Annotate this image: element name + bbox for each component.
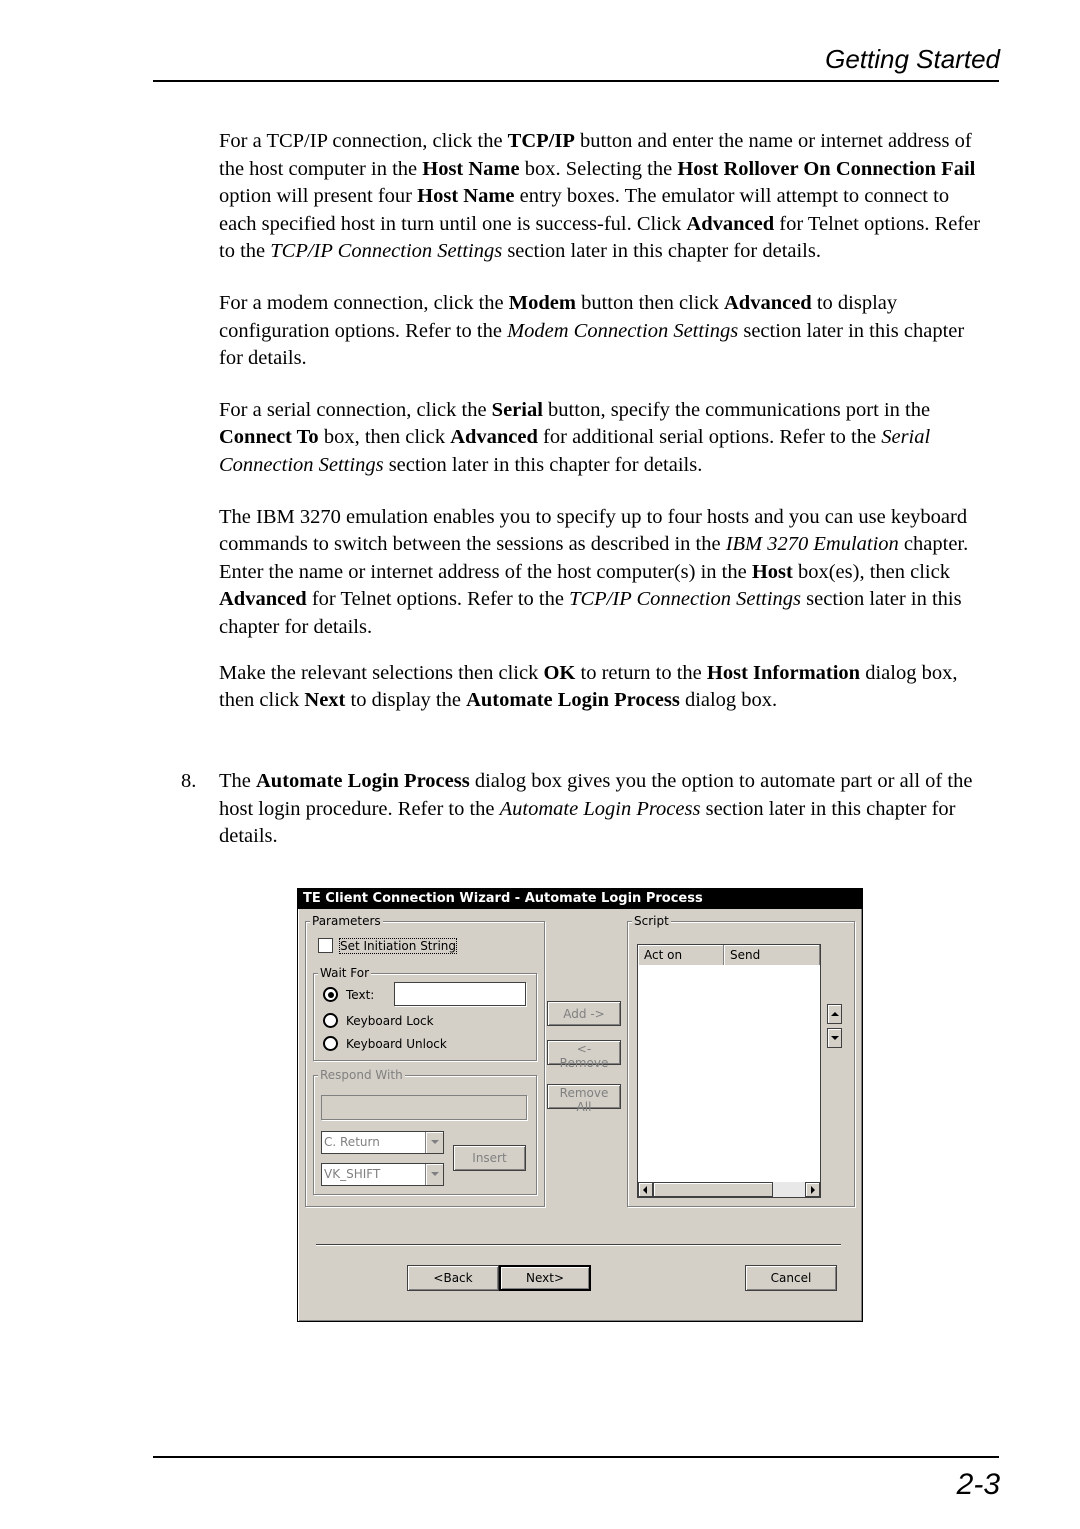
key-combo-1-value: C. Return bbox=[324, 1135, 380, 1149]
paragraph-ibm3270: The IBM 3270 emulation enables you to sp… bbox=[219, 505, 969, 638]
bold-term: Advanced bbox=[219, 588, 307, 611]
parameters-label: Parameters bbox=[310, 913, 383, 929]
radio-keyboard-lock-label[interactable]: Keyboard Lock bbox=[346, 1014, 434, 1028]
remove-all-button[interactable]: Remove All bbox=[547, 1084, 621, 1114]
dialog-title: TE Client Connection Wizard - Automate L… bbox=[298, 889, 862, 909]
scroll-right-icon[interactable] bbox=[805, 1182, 820, 1197]
key-combo-2[interactable]: VK_SHIFT bbox=[321, 1163, 444, 1186]
bold-term: Automate Login Process bbox=[256, 770, 470, 792]
text-input[interactable] bbox=[394, 982, 526, 1006]
step-8: 8. The Automate Login Process dialog box… bbox=[181, 768, 989, 851]
respond-with-label: Respond With bbox=[318, 1067, 405, 1083]
wait-for-label: Wait For bbox=[318, 965, 372, 981]
script-group: Script Act on Send bbox=[627, 913, 855, 1207]
paragraph-tcpip: For a TCP/IP connection, click the TCP/I… bbox=[219, 130, 981, 263]
paragraph-selections: Make the relevant selections then click … bbox=[219, 661, 958, 712]
move-up-icon[interactable] bbox=[827, 1004, 842, 1024]
set-initiation-label[interactable]: Set Initiation String bbox=[338, 938, 458, 954]
bold-term: Serial bbox=[491, 398, 543, 421]
wait-for-group: Wait For Text: Keyboard Lock Keyboard Un… bbox=[313, 965, 537, 1061]
bold-term: Host Name bbox=[422, 157, 520, 180]
column-send[interactable]: Send bbox=[724, 945, 820, 965]
bold-term: Advanced bbox=[450, 426, 538, 449]
column-act-on[interactable]: Act on bbox=[638, 945, 724, 965]
bold-term: OK bbox=[543, 661, 576, 684]
header-rule bbox=[153, 80, 999, 82]
horizontal-scrollbar[interactable] bbox=[638, 1182, 820, 1197]
bold-term: Host bbox=[751, 560, 793, 583]
bold-term: Host Information bbox=[706, 661, 861, 684]
bold-term: TCP/IP bbox=[507, 130, 575, 152]
bold-term: Connect To bbox=[219, 426, 319, 449]
paragraph-modem: For a modem connection, click the Modem … bbox=[219, 291, 965, 370]
italic-reference: Serial Connection Settings bbox=[219, 426, 931, 476]
add-button[interactable]: Add -> bbox=[547, 1001, 621, 1026]
remove-button[interactable]: <- Remove bbox=[547, 1040, 621, 1070]
radio-keyboard-unlock[interactable] bbox=[323, 1036, 338, 1051]
body-text: For a TCP/IP connection, click the TCP/I… bbox=[219, 128, 989, 739]
insert-button[interactable]: Insert bbox=[453, 1145, 526, 1171]
cancel-button[interactable]: Cancel bbox=[745, 1265, 837, 1291]
radio-keyboard-lock[interactable] bbox=[323, 1013, 338, 1028]
scroll-thumb[interactable] bbox=[653, 1182, 773, 1197]
radio-text[interactable] bbox=[323, 987, 338, 1002]
italic-reference: TCP/IP Connection Settings bbox=[569, 588, 802, 611]
key-combo-1[interactable]: C. Return bbox=[321, 1131, 444, 1154]
chevron-down-icon[interactable] bbox=[425, 1132, 443, 1153]
automate-login-dialog: TE Client Connection Wizard - Automate L… bbox=[297, 888, 863, 1322]
chevron-down-icon[interactable] bbox=[425, 1164, 443, 1185]
bold-term: Next bbox=[304, 689, 346, 712]
italic-reference: TCP/IP Connection Settings bbox=[270, 240, 503, 263]
bold-term: Advanced bbox=[723, 291, 812, 314]
bold-term: Host Name bbox=[417, 185, 515, 208]
italic-reference: IBM 3270 Emulation bbox=[725, 533, 899, 556]
respond-with-group: Respond With C. Return VK_SHIFT Insert bbox=[313, 1067, 537, 1195]
next-button[interactable]: Next> bbox=[499, 1265, 591, 1291]
parameters-group: Parameters Set Initiation String Wait Fo… bbox=[305, 913, 545, 1207]
script-list[interactable]: Act on Send bbox=[637, 944, 821, 1198]
bold-term: Automate Login Process bbox=[466, 689, 680, 712]
italic-reference: Modem Connection Settings bbox=[507, 319, 739, 342]
bold-term: Host Rollover On Connection Fail bbox=[677, 157, 976, 180]
scroll-left-icon[interactable] bbox=[638, 1182, 653, 1197]
step-text: The Automate Login Process dialog box gi… bbox=[219, 770, 973, 848]
bold-term: Modem bbox=[508, 291, 576, 314]
page-number: 2-3 bbox=[956, 1468, 1000, 1501]
step-number: 8. bbox=[181, 770, 197, 792]
italic-reference: Automate Login Process bbox=[499, 797, 701, 820]
radio-keyboard-unlock-label[interactable]: Keyboard Unlock bbox=[346, 1037, 447, 1051]
back-button[interactable]: <Back bbox=[407, 1265, 499, 1291]
key-combo-2-value: VK_SHIFT bbox=[324, 1167, 381, 1181]
bold-term: Advanced bbox=[686, 212, 775, 235]
respond-input[interactable] bbox=[321, 1095, 527, 1120]
paragraph-serial: For a serial connection, click the Seria… bbox=[219, 398, 931, 476]
running-head: Getting Started bbox=[825, 44, 1000, 74]
footer-rule bbox=[153, 1456, 999, 1458]
move-down-icon[interactable] bbox=[827, 1028, 842, 1048]
radio-text-label[interactable]: Text: bbox=[346, 988, 374, 1002]
script-label: Script bbox=[632, 913, 671, 929]
set-initiation-checkbox[interactable] bbox=[318, 938, 333, 953]
button-separator bbox=[316, 1244, 841, 1246]
